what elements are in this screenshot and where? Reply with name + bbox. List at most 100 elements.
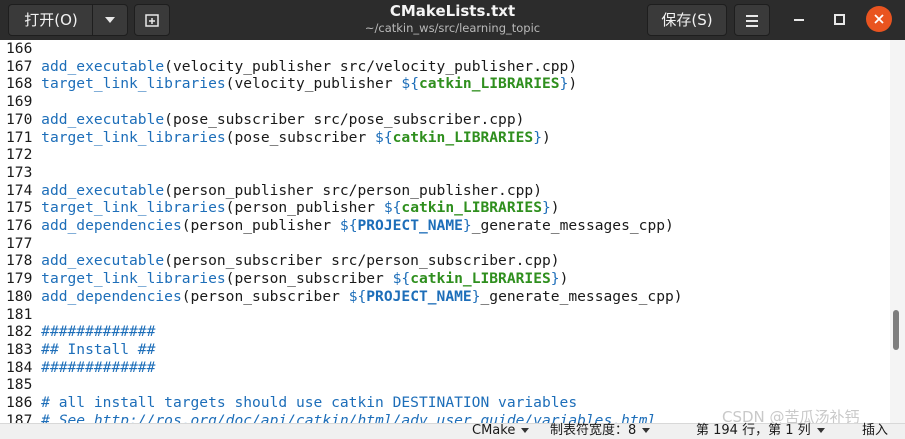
code-token: add_executable [41,110,165,128]
code-token: ) [550,199,560,217]
hamburger-menu-button[interactable] [734,4,770,36]
code-token: add_executable [41,252,165,270]
code-token: ) [568,75,578,93]
code-line[interactable]: 167 add_executable(velocity_publisher sr… [6,58,577,76]
line-number: 180 [6,287,42,305]
code-token: } [462,217,472,234]
line-number: 176 [6,217,42,234]
code-token: ${ [392,270,411,288]
cursor-position[interactable]: 第 194 行，第 1 列 [696,423,825,439]
code-line[interactable]: 176 add_dependencies(person_publisher ${… [6,217,674,235]
new-document-icon [145,14,159,27]
open-menu-button[interactable] [92,4,128,36]
code-token: (velocity_publisher src/velocity_publish… [164,57,578,75]
line-number: 172 [6,146,42,164]
code-token: # See http://ros.org/doc/api/catkin/html… [41,411,657,423]
line-number: 174 [6,181,42,199]
code-token: ) [559,270,569,288]
code-line[interactable]: 181 [6,306,41,324]
code-token: ) [542,128,551,146]
code-token: (person_publisher src/person_publisher.c… [164,181,542,199]
close-button[interactable] [866,6,892,32]
code-line[interactable]: 179 target_link_libraries(person_subscri… [6,270,568,288]
code-line[interactable]: 180 add_dependencies(person_subscriber $… [6,288,683,306]
code-token: PROJECT_NAME [366,287,472,305]
code-token: (person_subscriber [181,287,349,305]
line-number: 183 [6,340,42,358]
chevron-down-icon [816,428,825,433]
code-token: ############# [41,323,156,341]
code-token: _generate_messages_cpp) [480,287,683,305]
code-token: ${ [348,287,367,305]
code-token: target_link_libraries [41,75,226,93]
code-token: ############# [41,358,156,376]
code-line[interactable]: 178 add_executable(person_subscriber src… [6,252,560,270]
code-token: target_link_libraries [41,199,226,217]
code-line[interactable]: 185 [6,376,41,394]
code-line[interactable]: 171 target_link_libraries(pose_subscribe… [6,129,551,147]
maximize-button[interactable] [826,6,852,32]
code-line[interactable]: 183 ## Install ## [6,341,155,359]
menu-icon [746,15,758,17]
code-line[interactable]: 174 add_executable(person_publisher src/… [6,182,542,200]
line-number: 181 [6,305,42,323]
line-number: 177 [6,234,42,252]
save-button[interactable]: 保存(S) [647,4,727,36]
code-token: ${ [339,217,358,234]
code-line[interactable]: 169 [6,93,41,111]
window-subtitle: ~/catkin_ws/src/learning_topic [364,21,541,35]
line-number: 169 [6,93,42,111]
open-button[interactable]: 打开(O) [8,4,93,36]
code-token: catkin_LIBRARIES [392,128,534,146]
code-line[interactable]: 173 [6,164,41,182]
code-token: ${ [375,128,393,146]
code-token: catkin_LIBRARIES [401,199,542,217]
minimize-button[interactable] [786,6,812,32]
code-token: catkin_LIBRARIES [418,75,560,93]
code-line[interactable]: 187 # See http://ros.org/doc/api/catkin/… [6,412,656,423]
code-line[interactable]: 175 target_link_libraries(person_publish… [6,199,560,217]
code-line[interactable]: 184 ############# [6,359,155,377]
line-number: 167 [6,57,42,75]
code-token: add_dependencies [41,287,182,305]
code-line[interactable]: 168 target_link_libraries(velocity_publi… [6,75,577,93]
code-line[interactable]: 166 [6,40,41,58]
code-token: add_executable [41,181,165,199]
line-number: 184 [6,358,42,376]
line-number: 182 [6,323,42,341]
status-bar: CMake 制表符宽度：8 第 194 行，第 1 列 插入 [0,423,905,439]
code-line[interactable]: 177 [6,235,41,253]
code-line[interactable]: 182 ############# [6,323,155,341]
language-selector[interactable]: CMake [472,423,530,439]
line-number: 187 [6,411,42,423]
line-number: 168 [6,75,42,93]
code-token: ${ [383,199,402,217]
code-line[interactable]: 186 # all install targets should use cat… [6,394,577,412]
insert-mode: 插入 [862,423,889,438]
code-token: target_link_libraries [41,128,226,146]
code-token: _generate_messages_cpp) [471,217,674,234]
code-token: ${ [401,75,419,93]
code-token: (pose_subscriber [225,128,376,146]
line-number: 166 [6,40,42,57]
code-line[interactable]: 170 add_executable(pose_subscriber src/p… [6,111,524,129]
code-token: } [471,287,481,305]
line-number: 186 [6,394,42,411]
code-token: } [550,270,560,288]
code-line[interactable]: 172 [6,146,41,164]
line-number: 175 [6,199,42,217]
text-editor[interactable]: 166 167 add_executable(velocity_publishe… [0,40,890,423]
line-number: 170 [6,110,42,128]
new-tab-button[interactable] [134,4,170,36]
code-token: } [542,199,551,217]
tab-width-selector[interactable]: 制表符宽度：8 [550,423,651,439]
code-token: PROJECT_NAME [357,217,463,234]
line-number: 178 [6,252,42,270]
code-token: target_link_libraries [41,270,226,288]
scrollbar-thumb[interactable] [893,310,899,350]
line-number: 171 [6,128,42,146]
code-token: add_executable [41,57,165,75]
chevron-down-icon [105,17,115,23]
line-number: 173 [6,163,42,181]
vertical-scrollbar[interactable] [890,40,905,423]
